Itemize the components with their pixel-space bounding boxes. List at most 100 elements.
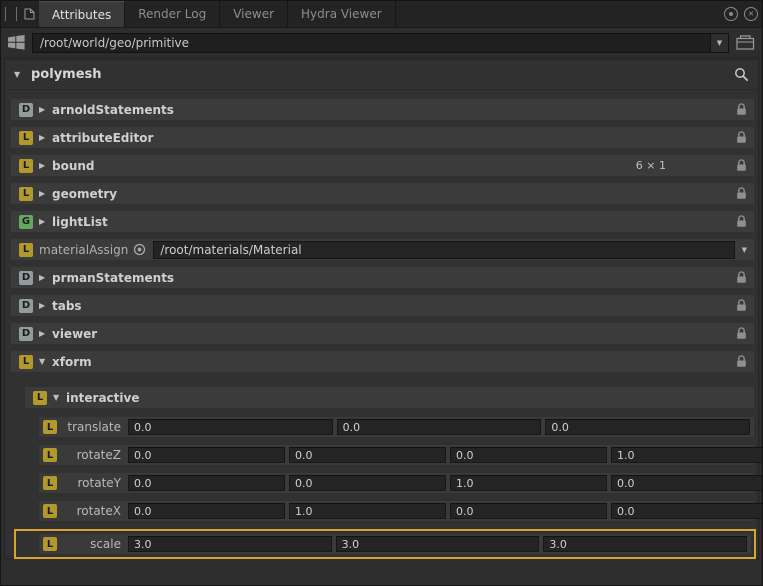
param-row-rotateZ: L rotateZ	[39, 445, 754, 465]
attribute-rows: D ▶ arnoldStatements L ▶ attributeEditor	[5, 90, 758, 559]
chevron-right-icon[interactable]: ▶	[39, 217, 52, 226]
attr-group-prmanStatements[interactable]: D ▶ prmanStatements	[11, 267, 754, 288]
attr-group-arnoldStatements[interactable]: D ▶ arnoldStatements	[11, 99, 754, 120]
tab-hydra-viewer[interactable]: Hydra Viewer	[288, 1, 396, 27]
rotateX-field-0[interactable]	[128, 503, 285, 519]
param-label: rotateZ	[63, 448, 121, 462]
chevron-down-icon[interactable]: ▼	[39, 357, 52, 366]
param-label: scale	[63, 537, 121, 551]
rotateX-field-1[interactable]	[289, 503, 446, 519]
lock-icon	[736, 131, 747, 144]
attr-row-materialAssign[interactable]: L materialAssign ▼	[11, 239, 754, 260]
rotateY-field-0[interactable]	[128, 475, 285, 491]
chevron-right-icon[interactable]: ▶	[39, 161, 52, 170]
attr-group-label: lightList	[52, 215, 108, 229]
tab-attributes[interactable]: Attributes	[39, 1, 125, 27]
panel-page-icon[interactable]	[19, 1, 39, 27]
rotateX-field-2[interactable]	[450, 503, 607, 519]
rotateY-field-2[interactable]	[450, 475, 607, 491]
windows-logo-icon[interactable]	[8, 35, 25, 50]
interactive-children: L translate L rotateZ	[25, 417, 754, 559]
attr-group-label: tabs	[52, 299, 82, 313]
polymesh-header[interactable]: ▼ polymesh	[5, 60, 758, 90]
tab-label: Render Log	[138, 7, 206, 21]
lock-icon	[736, 215, 747, 228]
attr-group-lightList[interactable]: G ▶ lightList	[11, 211, 754, 232]
attr-group-geometry[interactable]: L ▶ geometry	[11, 183, 754, 204]
scenegraph-location-input[interactable]	[33, 36, 710, 50]
lock-icon	[736, 355, 747, 368]
attr-type-badge: L	[43, 420, 57, 434]
rotateZ-field-3[interactable]	[611, 447, 763, 463]
scale-highlight-box: L scale	[14, 529, 756, 559]
attr-type-badge: L	[19, 355, 33, 369]
tab-bar: Attributes Render Log Viewer Hydra Viewe…	[1, 1, 762, 28]
attr-group-bound[interactable]: L ▶ bound 6 × 1	[11, 155, 754, 176]
chevron-down-icon[interactable]: ▼	[742, 246, 747, 254]
attr-group-interactive[interactable]: L ▼ interactive	[25, 387, 754, 408]
translate-field-0[interactable]	[128, 419, 333, 435]
location-path-bar: ▼	[1, 28, 762, 58]
rotateX-field-3[interactable]	[611, 503, 763, 519]
param-label: rotateY	[63, 476, 121, 490]
scale-field-0[interactable]	[128, 536, 332, 552]
rotateY-field-3[interactable]	[611, 475, 763, 491]
translate-field-1[interactable]	[337, 419, 542, 435]
chevron-down-icon[interactable]: ▼	[53, 393, 66, 402]
chevron-right-icon[interactable]: ▶	[39, 301, 52, 310]
chevron-right-icon[interactable]: ▶	[39, 329, 52, 338]
tab-label: Attributes	[52, 8, 111, 22]
scale-field-1[interactable]	[336, 536, 540, 552]
translate-field-2[interactable]	[545, 419, 750, 435]
tab-bar-spacer	[396, 1, 722, 27]
material-assign-input[interactable]	[153, 241, 734, 259]
attr-type-badge: L	[19, 243, 33, 257]
scenegraph-pin-icon[interactable]	[736, 35, 755, 50]
param-row-translate: L translate	[39, 417, 754, 437]
attr-group-xform[interactable]: L ▼ xform	[11, 351, 754, 372]
attr-type-badge: G	[19, 215, 33, 229]
attr-group-attributeEditor[interactable]: L ▶ attributeEditor	[11, 127, 754, 148]
attr-type-badge: L	[33, 391, 47, 405]
rotateZ-field-0[interactable]	[128, 447, 285, 463]
attr-type-badge: D	[19, 299, 33, 313]
lock-icon	[736, 103, 747, 116]
xform-children: L ▼ interactive L translate	[11, 387, 754, 559]
tab-render-log[interactable]: Render Log	[125, 1, 220, 27]
chevron-right-icon[interactable]: ▶	[39, 273, 52, 282]
chevron-down-icon[interactable]: ▼	[14, 70, 27, 79]
rotateY-field-1[interactable]	[289, 475, 446, 491]
tab-viewer[interactable]: Viewer	[220, 1, 288, 27]
attr-group-label: viewer	[52, 327, 97, 341]
lock-icon	[736, 271, 747, 284]
attr-group-viewer[interactable]: D ▶ viewer	[11, 323, 754, 344]
chevron-right-icon[interactable]: ▶	[39, 133, 52, 142]
panel-title: polymesh	[31, 67, 102, 82]
attr-group-label: xform	[52, 355, 92, 369]
attr-type-badge: D	[19, 103, 33, 117]
attr-group-tabs[interactable]: D ▶ tabs	[11, 295, 754, 316]
attr-group-label: bound	[52, 159, 95, 173]
close-icon[interactable]: ✕	[744, 7, 758, 21]
location-dropdown-button[interactable]: ▼	[710, 34, 728, 52]
param-label: rotateX	[63, 504, 121, 518]
search-icon[interactable]	[734, 67, 749, 82]
connection-icon[interactable]	[133, 243, 146, 256]
rotateZ-field-1[interactable]	[289, 447, 446, 463]
attr-type-badge: D	[19, 271, 33, 285]
lock-icon	[736, 187, 747, 200]
chevron-right-icon[interactable]: ▶	[39, 189, 52, 198]
scale-field-2[interactable]	[543, 536, 747, 552]
lock-icon	[736, 327, 747, 340]
lock-icon	[736, 159, 747, 172]
float-window-icon[interactable]	[724, 7, 738, 21]
attr-type-badge: L	[43, 504, 57, 518]
chevron-right-icon[interactable]: ▶	[39, 105, 52, 114]
rotateZ-field-2[interactable]	[450, 447, 607, 463]
chevron-down-icon: ▼	[717, 39, 722, 47]
panel-drag-handle[interactable]	[5, 7, 17, 21]
array-size-label: 6 × 1	[636, 159, 666, 172]
attr-type-badge: L	[43, 448, 57, 462]
attr-group-label: arnoldStatements	[52, 103, 174, 117]
param-label: translate	[63, 420, 121, 434]
